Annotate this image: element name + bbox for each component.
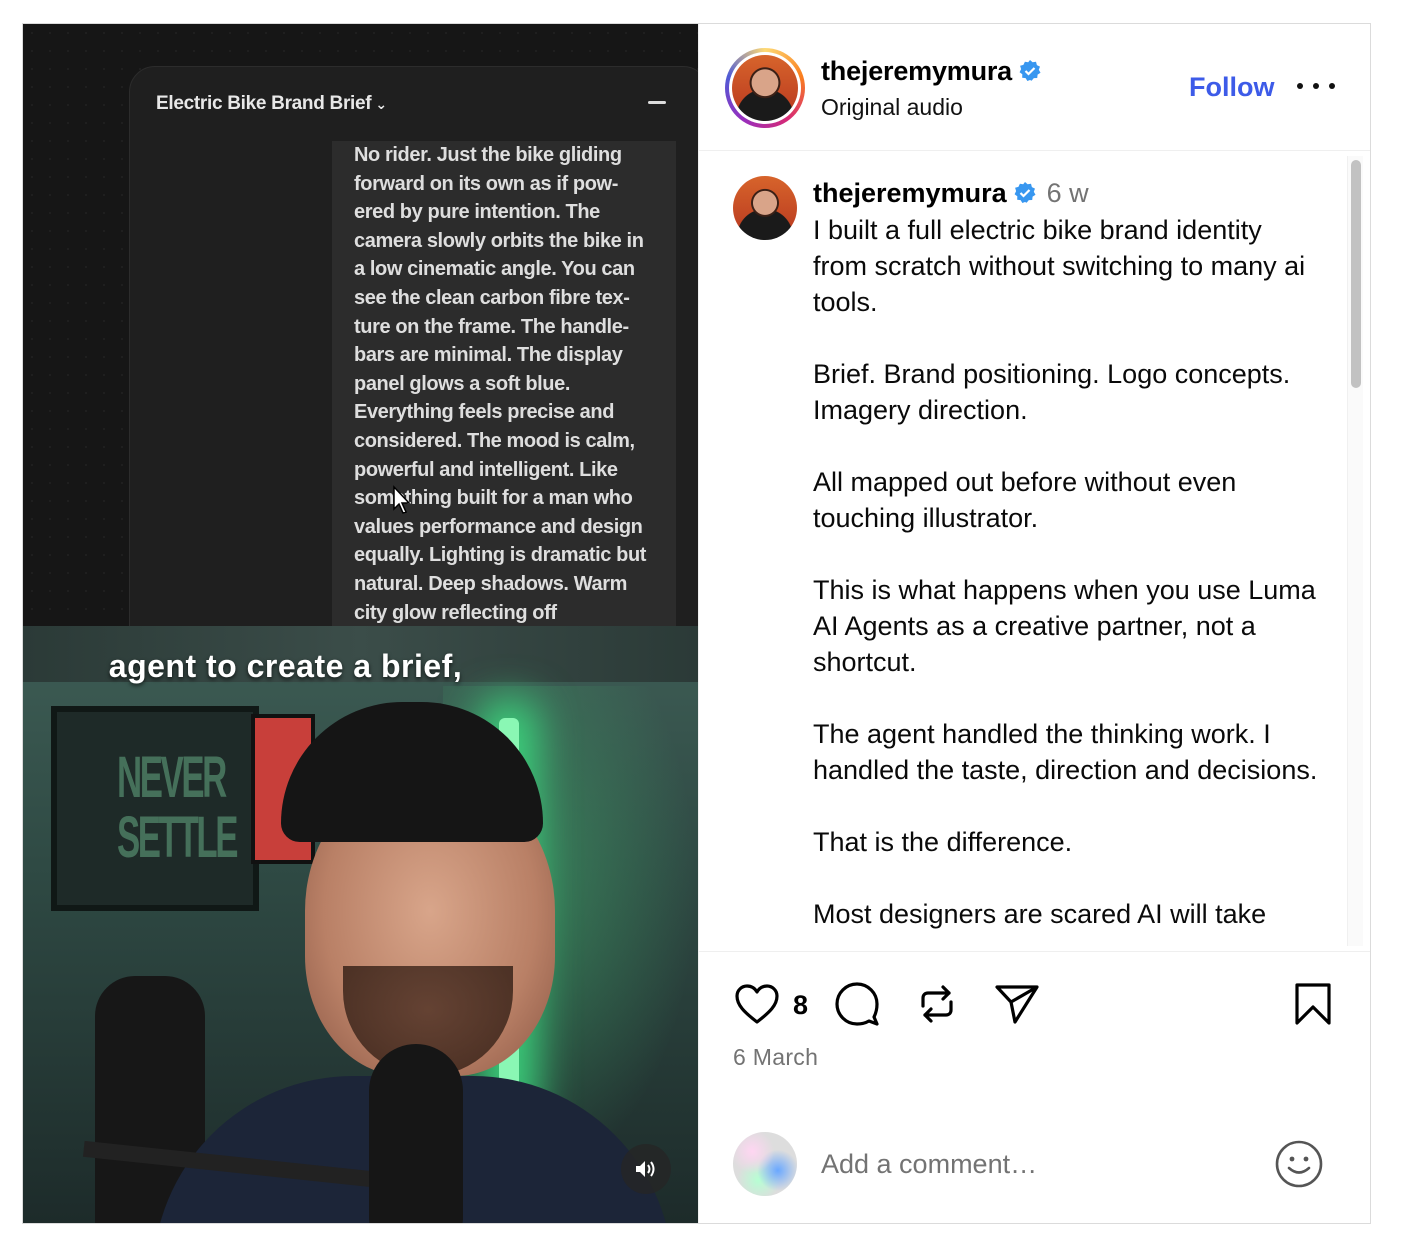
post-age[interactable]: 6 w xyxy=(1047,178,1089,208)
audio-label[interactable]: Original audio xyxy=(821,94,963,121)
caption-header: thejeremymura 6 w xyxy=(813,178,1089,209)
avatar xyxy=(732,55,798,121)
more-dots-icon[interactable] xyxy=(1297,74,1335,98)
avatar[interactable] xyxy=(733,176,797,240)
repost-button[interactable] xyxy=(913,980,961,1028)
webcam-footage: NEVER SETTLE agent to create a brief, xyxy=(23,626,698,1223)
volume-button[interactable] xyxy=(621,1144,671,1194)
post-actions: 8 xyxy=(733,980,1333,1032)
heart-icon xyxy=(735,984,779,1024)
like-count[interactable]: 8 xyxy=(793,990,808,1021)
post-date[interactable]: 6 March xyxy=(733,1044,818,1071)
comment-input[interactable] xyxy=(821,1144,1241,1184)
scrollbar-thumb[interactable] xyxy=(1351,160,1361,388)
follow-button[interactable]: Follow xyxy=(1189,72,1274,103)
comment-icon xyxy=(835,982,879,1026)
send-icon xyxy=(995,985,1039,1024)
brief-panel-title: Electric Bike Brand Brief ⌄ xyxy=(156,93,387,114)
add-comment-bar xyxy=(699,1122,1370,1212)
post-caption: I built a full electric bike brand ident… xyxy=(813,215,1318,929)
like-button[interactable] xyxy=(733,980,781,1028)
comments-scroll-area[interactable]: thejeremymura 6 w I built a full electric… xyxy=(699,152,1370,952)
brief-text: No rider. Just the bike gliding forward … xyxy=(354,144,647,624)
avatar xyxy=(733,1132,797,1196)
comment-button[interactable] xyxy=(833,980,881,1028)
speaker-icon xyxy=(636,1161,655,1177)
video-subtitle: agent to create a brief, xyxy=(108,648,463,684)
verified-badge-icon xyxy=(1019,60,1041,81)
reel-video[interactable]: Electric Bike Brand Brief ⌄ No rider. Jus… xyxy=(23,24,698,1223)
screen-recording: Electric Bike Brand Brief ⌄ No rider. Jus… xyxy=(23,24,698,626)
bookmark-icon xyxy=(1295,983,1331,1025)
post-dialog: Electric Bike Brand Brief ⌄ No rider. Jus… xyxy=(22,23,1371,1224)
brief-text-column: No rider. Just the bike gliding forward … xyxy=(332,141,676,626)
microphone xyxy=(369,1044,463,1223)
caption-username[interactable]: thejeremymura xyxy=(813,178,1007,208)
cursor-icon xyxy=(393,485,411,514)
chevron-down-icon: ⌄ xyxy=(375,96,387,112)
verified-badge-icon xyxy=(1014,182,1036,203)
repost-icon xyxy=(921,985,953,1023)
poster: NEVER SETTLE xyxy=(51,706,259,911)
brief-panel: Electric Bike Brand Brief ⌄ No rider. Jus… xyxy=(129,66,698,626)
post-sidebar: thejeremymura Original audio Follow thej… xyxy=(698,24,1370,1223)
author-username[interactable]: thejeremymura xyxy=(821,56,1042,87)
story-avatar[interactable] xyxy=(725,48,805,128)
scrollbar[interactable] xyxy=(1347,156,1363,946)
emoji-icon[interactable] xyxy=(1274,1139,1324,1189)
share-button[interactable] xyxy=(993,980,1041,1028)
minimize-icon xyxy=(648,101,666,104)
save-button[interactable] xyxy=(1289,980,1337,1028)
post-header: thejeremymura Original audio Follow xyxy=(699,24,1370,151)
